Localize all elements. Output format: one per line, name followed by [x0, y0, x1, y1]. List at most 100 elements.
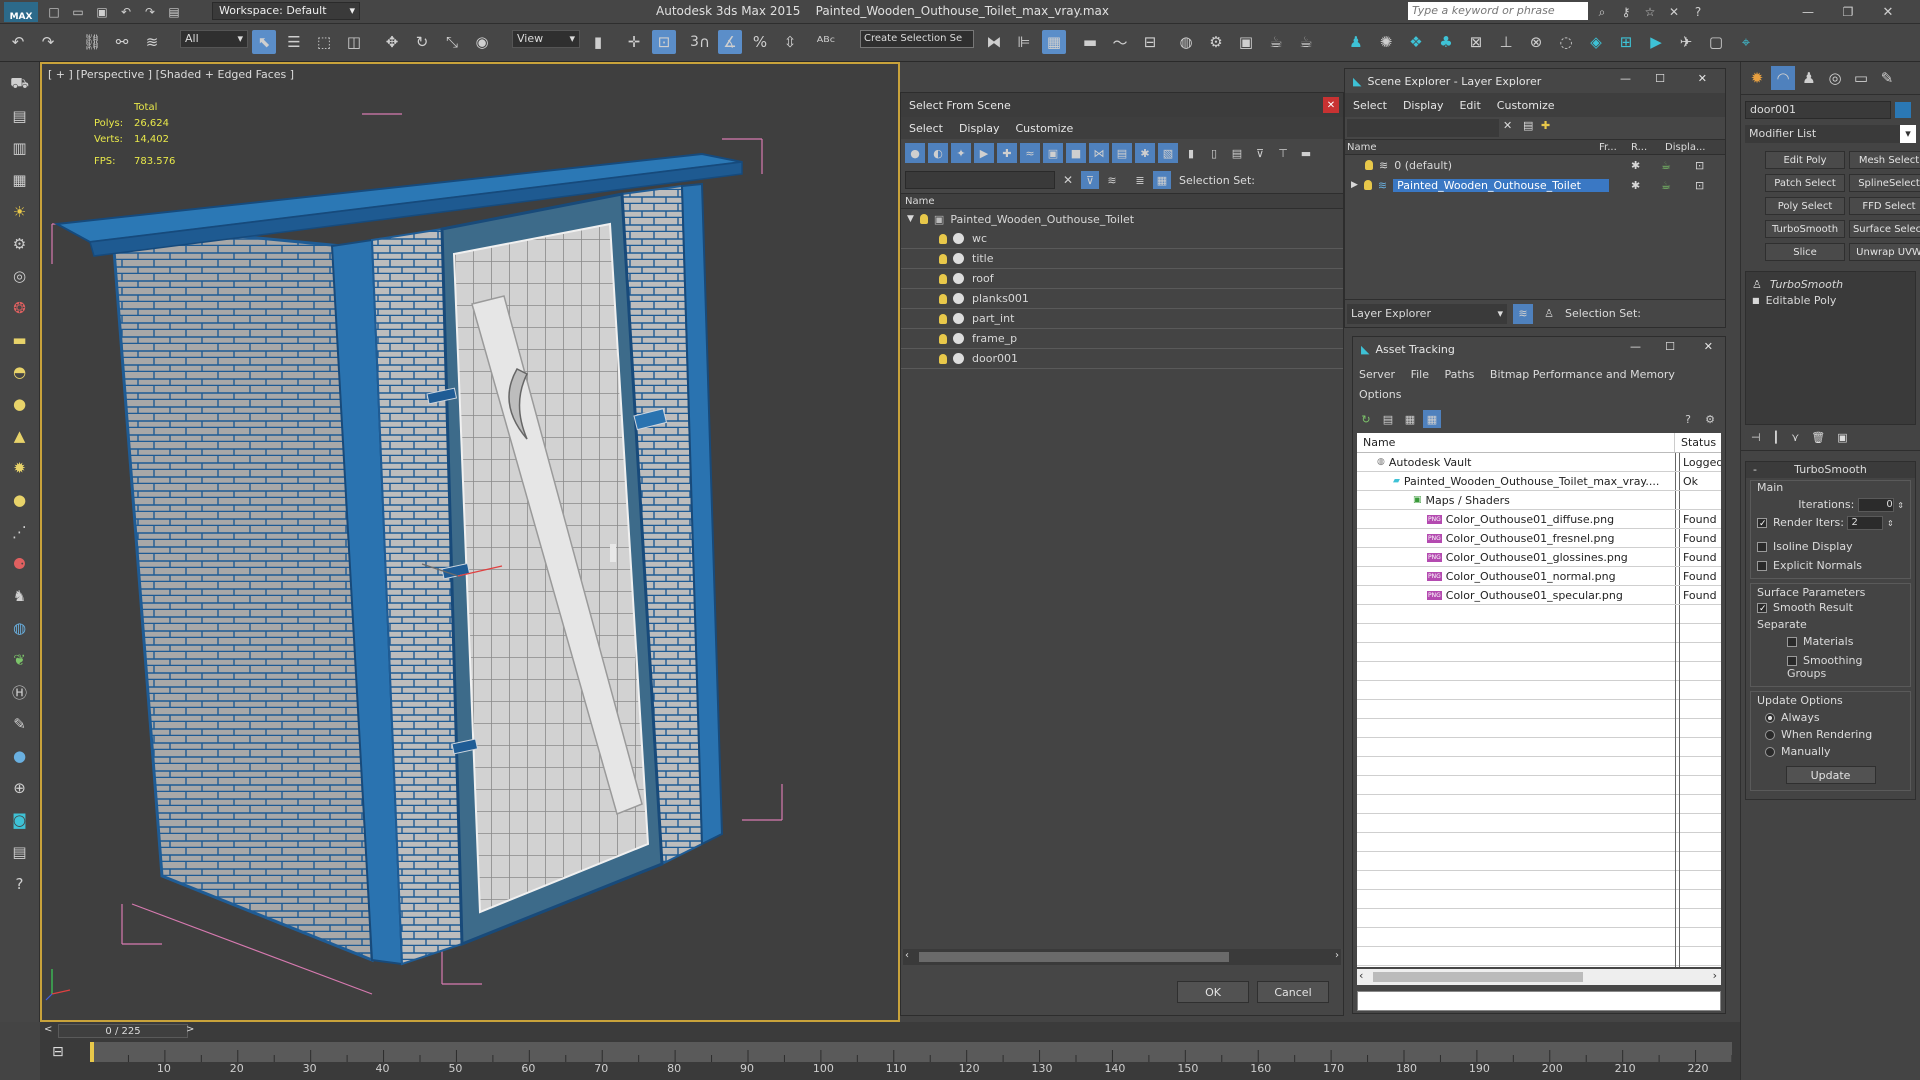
shapes-filter-icon[interactable]: ◐ [928, 143, 948, 163]
explorer-type-dropdown[interactable]: Layer Explorer ▾ [1347, 303, 1507, 324]
workspace-dropdown[interactable]: Workspace: Default ▾ [212, 2, 360, 20]
render-setup-icon[interactable]: ⚙ [1204, 30, 1228, 54]
edit-named-selection-icon[interactable]: ᴬᴮᶜ [814, 30, 838, 54]
light-bulb-icon[interactable] [939, 333, 947, 344]
redo-icon[interactable]: ↷ [140, 2, 160, 22]
menu-customize[interactable]: Customize [1497, 99, 1555, 112]
scroll-thumb[interactable] [1373, 972, 1583, 982]
grid-view-icon[interactable]: ▦ [1423, 410, 1441, 428]
invert-display-icon[interactable]: ▤ [1227, 143, 1247, 163]
tree-item[interactable]: frame_p [901, 329, 1343, 349]
modifier-button[interactable]: Poly Select [1765, 197, 1845, 215]
vray-logo-icon[interactable]: ◙ [8, 808, 32, 832]
configure-sets-icon[interactable]: ▣ [1837, 431, 1847, 444]
light-icon[interactable]: ♟ [1344, 30, 1368, 54]
refresh-icon[interactable]: ↻ [1357, 410, 1375, 428]
vray-fur-icon[interactable]: ♣ [1434, 30, 1458, 54]
asset-row[interactable]: PNG Color_Outhouse01_normal.png Found [1357, 567, 1721, 586]
col-render[interactable]: R... [1631, 140, 1665, 154]
bones-filter-icon[interactable]: ⋈ [1089, 143, 1109, 163]
new-layer-icon[interactable]: ▤ [1523, 119, 1533, 132]
motion-tab-icon[interactable]: ◎ [1823, 66, 1847, 90]
hierarchy-tab-icon[interactable]: ♟ [1797, 66, 1821, 90]
help-icon[interactable]: ? [1679, 410, 1697, 428]
cancel-button[interactable]: Cancel [1257, 981, 1329, 1003]
settings-icon[interactable]: ⚙ [1701, 410, 1719, 428]
selection-set-icon[interactable]: ▦ [1153, 171, 1171, 189]
asset-horizontal-scrollbar[interactable]: ‹ › [1357, 969, 1721, 985]
particles-icon[interactable]: ⋰ [8, 520, 32, 544]
render-icon[interactable]: ☕ [1264, 30, 1288, 54]
vray-proxy-icon[interactable]: ◌ [1554, 30, 1578, 54]
modifier-button[interactable]: Surface Select [1849, 220, 1920, 238]
rotate-icon[interactable]: ↻ [410, 30, 434, 54]
modifier-button[interactable]: SplineSelect [1849, 174, 1920, 192]
col-frozen[interactable]: Fr... [1599, 140, 1631, 154]
teapot-icon[interactable]: ❂ [8, 296, 32, 320]
table-view-icon[interactable]: ▦ [1401, 410, 1419, 428]
xrefs-filter-icon[interactable]: ■ [1066, 143, 1086, 163]
percent-snap-icon[interactable]: % [748, 30, 772, 54]
render-teapot-icon[interactable]: ☕ [1661, 179, 1671, 192]
smoothing-groups-checkbox[interactable] [1787, 656, 1797, 666]
smooth-result-checkbox[interactable] [1757, 603, 1767, 613]
light-bulb-icon[interactable] [939, 293, 947, 304]
minimize-icon[interactable]: — [1630, 340, 1641, 353]
when-rendering-radio[interactable] [1765, 730, 1775, 740]
freeze-icon[interactable]: ✱ [1631, 159, 1640, 172]
undo-icon[interactable]: ↶ [116, 2, 136, 22]
menu-bitmap-performance[interactable]: Bitmap Performance and Memory [1490, 368, 1675, 381]
selection-filter-dropdown[interactable]: All ▾ [180, 30, 248, 48]
modify-icon[interactable]: ▤ [8, 104, 32, 128]
close-icon[interactable]: ✕ [1876, 0, 1900, 24]
save-icon[interactable]: ▣ [92, 2, 112, 22]
render-iters-checkbox[interactable] [1757, 518, 1767, 528]
hierarchy-icon[interactable]: ♙ [1539, 304, 1559, 324]
col-status[interactable]: Status [1675, 433, 1716, 452]
stack-item-turbosmooth[interactable]: ♙ TurboSmooth [1746, 276, 1915, 292]
helpers-filter-icon[interactable]: ✚ [997, 143, 1017, 163]
minimize-icon[interactable]: — [1620, 72, 1631, 85]
utilities-icon[interactable]: ⚙ [8, 232, 32, 256]
layer-add-icon[interactable]: ✚ [1541, 119, 1550, 132]
time-slider-thumb[interactable]: 0 / 225 [58, 1024, 188, 1038]
tree-item[interactable]: roof [901, 269, 1343, 289]
curve-editor-mini-icon[interactable]: ⊟ [52, 1044, 64, 1060]
light-bulb-icon[interactable] [939, 273, 947, 284]
menu-display[interactable]: Display [959, 122, 1000, 135]
clear-search-icon[interactable]: ✕ [1503, 119, 1512, 132]
scroll-right-icon[interactable]: › [1335, 950, 1339, 961]
cone-icon[interactable]: ▲ [8, 424, 32, 448]
select-by-name-icon[interactable]: ☰ [282, 30, 306, 54]
display-icon[interactable]: ☀ [8, 200, 32, 224]
key-icon[interactable]: ⚷ [1616, 2, 1636, 22]
frozen-filter-icon[interactable]: ✱ [1135, 143, 1155, 163]
tools-icon[interactable]: ✕ [1664, 2, 1684, 22]
menu-file[interactable]: File [1411, 368, 1429, 381]
menu-edit[interactable]: Edit [1459, 99, 1480, 112]
object-color-swatch[interactable] [1895, 102, 1911, 118]
ref-coord-dropdown[interactable]: View ▾ [512, 30, 580, 48]
sphere-icon[interactable]: ● [8, 392, 32, 416]
restore-icon[interactable]: ❐ [1836, 0, 1860, 24]
ok-button[interactable]: OK [1177, 981, 1249, 1003]
light-bulb-icon[interactable]: ✹ [8, 456, 32, 480]
materials-checkbox[interactable] [1787, 637, 1797, 647]
asset-row[interactable]: PNG Color_Outhouse01_specular.png Found [1357, 586, 1721, 605]
modifier-button[interactable]: Unwrap UVW [1849, 243, 1920, 261]
remove-modifier-icon[interactable]: 🗑 [1811, 431, 1825, 444]
display-none-icon[interactable]: ▯ [1204, 143, 1224, 163]
light-bulb-icon[interactable] [1363, 180, 1372, 190]
ribbon-icon[interactable]: ▬ [1078, 30, 1102, 54]
vray-plane-icon[interactable]: ⊥ [1494, 30, 1518, 54]
perspective-viewport[interactable]: [ + ] [Perspective ] [Shaded + Edged Fac… [40, 62, 900, 1022]
lights-filter-icon[interactable]: ✦ [951, 143, 971, 163]
containers-filter-icon[interactable]: ▤ [1112, 143, 1132, 163]
cameras-filter-icon[interactable]: ▶ [974, 143, 994, 163]
search-input[interactable]: Type a keyword or phrase [1408, 2, 1588, 20]
name-column-header[interactable]: Name [901, 193, 1343, 209]
maximize-icon[interactable]: ☐ [1665, 340, 1675, 353]
hair-icon[interactable]: Ⓗ [8, 680, 32, 704]
isoline-checkbox[interactable] [1757, 542, 1767, 552]
vray-fb-icon[interactable]: ◈ [1584, 30, 1608, 54]
